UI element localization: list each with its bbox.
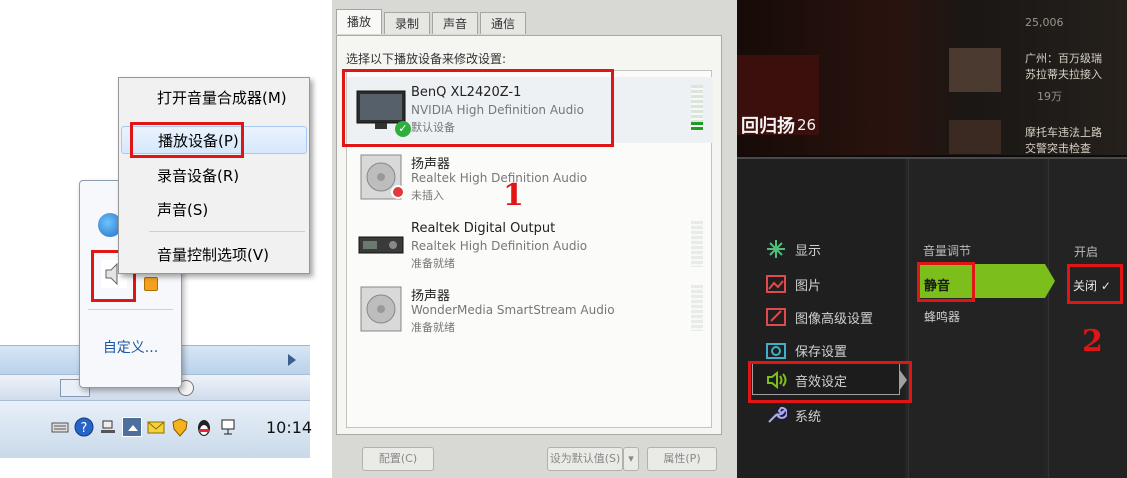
device-name: 扬声器 [411,157,451,172]
qq-icon[interactable] [194,417,214,437]
option-header: 开启 [1074,245,1099,259]
osd-item-display[interactable]: 显示 [765,235,821,263]
device-driver: WonderMedia SmartStream Audio [411,303,615,317]
default-device-highlight-box [342,69,614,147]
device-status: 准备就绪 [411,257,455,270]
off-highlight-box [1067,264,1123,304]
save-settings-icon [766,343,786,359]
speaker-icon [360,286,402,332]
step-number-1: 1 [503,178,524,213]
tab-sounds[interactable]: 声音 [432,12,479,34]
osd-item-picture[interactable]: 图片 [765,270,821,298]
display-icon [767,240,785,258]
news-headline: 摩托车违法上路 [1025,126,1102,139]
menu-item-volume-mixer[interactable]: 打开音量合成器(M) [121,84,307,112]
tray-icons: ? [50,410,238,444]
device-name: Realtek Digital Output [411,221,556,236]
tray-screenshot-panel: ? 10:14 自定义... 打开音量合成器(M) 播放设备(P) 录音设备(R… [0,0,320,478]
expand-arrow-icon[interactable] [288,354,296,366]
shield-icon[interactable] [170,417,190,437]
osd-item-label: 图像高级设置 [795,311,874,327]
help-icon[interactable]: ? [74,417,94,437]
level-meter [691,221,703,267]
thumbnail [949,120,1001,154]
news-headline: 苏拉蒂夫拉接入 [1025,68,1102,81]
popup-divider [88,309,173,310]
level-meter [691,285,703,331]
picture-icon [766,275,786,293]
osd-item-label: 显示 [795,243,822,259]
option-column [1048,159,1127,478]
submenu-header: 音量调节 [923,244,972,258]
sign-number: 26 [797,116,817,134]
sign-text: 回归扬 [741,116,795,137]
osd-item-save-settings[interactable]: 保存设置 [765,336,847,364]
playback-highlight-box [130,122,244,158]
mute-highlight-box [917,262,975,302]
device-driver: Realtek High Definition Audio [411,171,588,185]
volume-context-menu: 打开音量合成器(M) 播放设备(P) 录音设备(R) 声音(S) 音量控制选项(… [118,77,310,274]
news-headline: 交警突击检查 [1025,142,1091,155]
news-meta: 19万 [1037,90,1062,103]
set-default-button[interactable]: 设为默认值(S) [547,447,623,471]
taskbar-clock[interactable]: 10:14 [266,418,312,437]
instruction-text: 选择以下播放设备来修改设置: [346,52,507,66]
device-status: 准备就绪 [411,321,455,334]
menu-divider [149,231,305,232]
device-status: 未插入 [411,189,444,202]
osd-item-label: 系统 [795,409,822,425]
submenu-item-buzzer[interactable]: 蜂鸣器 [924,308,960,325]
mail-icon[interactable] [146,417,166,437]
receiver-icon [358,236,404,254]
notification-icon[interactable] [144,277,158,291]
news-headline: 广州：百万级瑞 [1025,52,1102,65]
svg-text:?: ? [81,421,88,436]
menu-item-recording-devices[interactable]: 录音设备(R) [121,162,307,190]
display-connection-icon[interactable] [218,417,238,437]
configure-button[interactable]: 配置(C) [362,447,434,471]
device-item[interactable]: Realtek Digital Output Realtek High Defi… [347,213,713,279]
thumbnail [949,48,1001,92]
sound-tabs: 播放 录制 声音 通信 [336,9,528,36]
tab-playback[interactable]: 播放 [336,9,383,34]
device-item[interactable]: 扬声器 WonderMedia SmartStream Audio 准备就绪 [347,277,713,343]
level-meter [691,85,703,131]
properties-button[interactable]: 属性(P) [647,447,717,471]
news-count: 25,006 [1025,16,1064,29]
device-driver: Realtek High Definition Audio [411,239,588,253]
step-number-2: 2 [1082,324,1103,359]
set-default-dropdown[interactable]: ▾ [623,447,639,471]
device-item[interactable]: 扬声器 Realtek High Definition Audio 未插入 [347,145,713,211]
tab-recording[interactable]: 录制 [384,12,431,34]
customize-link[interactable]: 自定义... [80,337,181,357]
osd-item-system[interactable]: 系统 [765,401,821,429]
monitor-osd-panel: 回归扬 26 25,006 广州：百万级瑞 苏拉蒂夫拉接入 19万 摩托车违法上… [737,0,1127,478]
menu-item-sounds[interactable]: 声音(S) [121,196,307,224]
sound-dialog-panel: 播放 录制 声音 通信 选择以下播放设备来修改设置: ✓ BenQ XL2420… [332,0,737,478]
tab-communications[interactable]: 通信 [480,12,527,34]
osd-item-label: 图片 [795,278,822,294]
network-icon[interactable] [98,417,118,437]
audio-highlight-box [748,361,912,403]
advanced-picture-icon [766,308,786,326]
unplugged-status-icon [391,185,405,199]
wrench-icon [768,406,787,423]
menu-item-volume-options[interactable]: 音量控制选项(V) [121,241,307,269]
selection-arrow-icon [1045,264,1055,298]
keyboard-icon[interactable] [50,417,70,437]
osd-item-label: 保存设置 [795,344,848,360]
device-name: 扬声器 [411,289,451,304]
osd-item-advanced-picture[interactable]: 图像高级设置 [765,303,873,331]
show-hidden-icons-button[interactable] [122,417,142,437]
